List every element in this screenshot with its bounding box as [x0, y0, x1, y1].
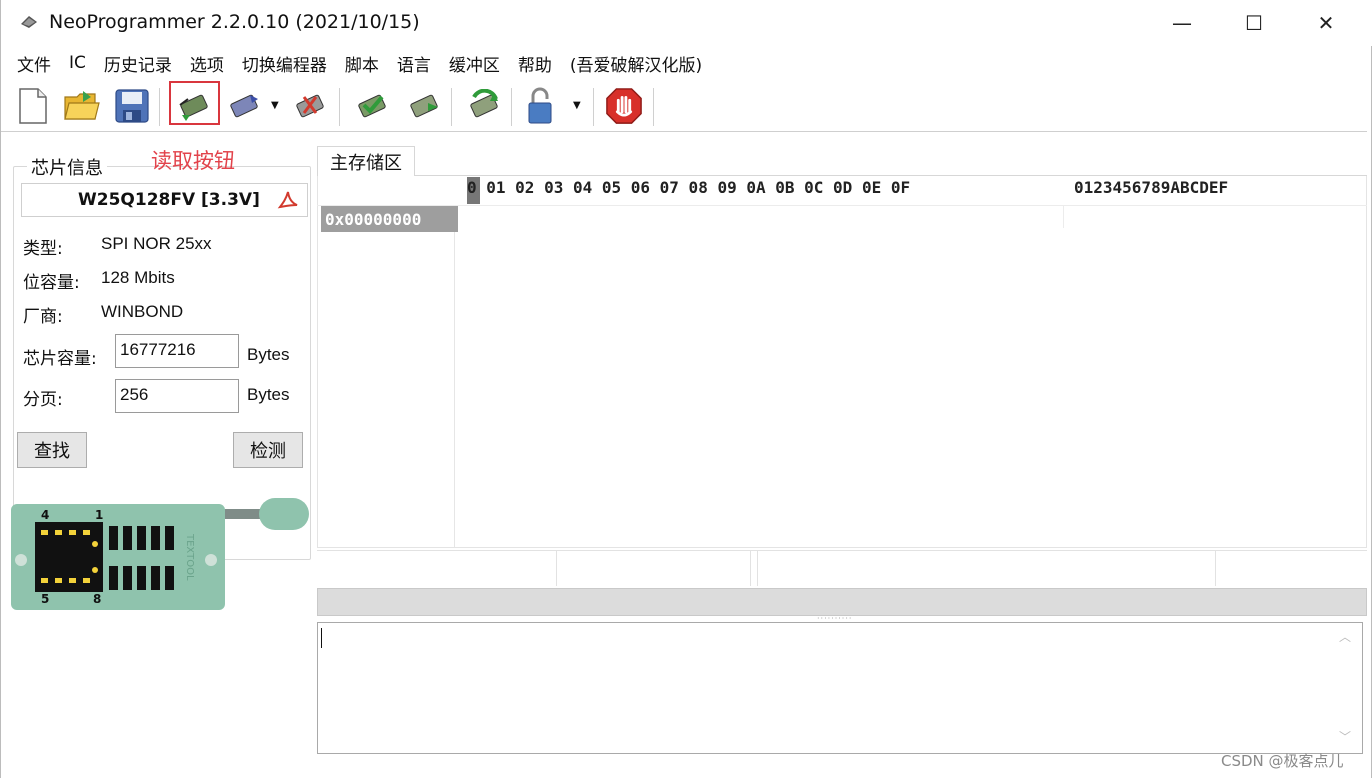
socket-brand: TEXTOOL: [184, 533, 195, 581]
chip-name: W25Q128FV [3.3V]: [78, 190, 260, 210]
text-caret: [321, 628, 322, 648]
pin-label-5: 5: [41, 592, 50, 606]
status-bar: [317, 550, 1367, 586]
write-dropdown-arrow[interactable]: ▼: [271, 100, 279, 111]
chip-name-box[interactable]: W25Q128FV [3.3V]: [21, 183, 308, 217]
buffer-tab-strip: 主存储区: [317, 146, 1367, 177]
pdf-datasheet-icon[interactable]: [277, 189, 299, 211]
menu-language[interactable]: 语言: [397, 51, 431, 76]
page-size-field[interactable]: 256: [115, 379, 239, 413]
size-unit: Bytes: [247, 345, 290, 364]
chip-info-title: 芯片信息: [27, 154, 107, 180]
page-unit: Bytes: [247, 385, 290, 404]
stop-icon[interactable]: [605, 86, 643, 126]
save-icon[interactable]: [113, 86, 151, 126]
close-button[interactable]: ✕: [1291, 0, 1361, 46]
tab-main-memory[interactable]: 主存储区: [317, 146, 415, 177]
write-chip-icon[interactable]: [225, 86, 263, 126]
status-divider-3: [757, 550, 758, 586]
menu-bar: 文件 IC 历史记录 选项 切换编程器 脚本 语言 缓冲区 帮助 (吾爱破解汉化…: [1, 48, 1372, 78]
address-cell: 0x00000000: [321, 206, 458, 232]
ascii-column-header: 0123456789ABCDEF: [1074, 178, 1229, 197]
pin-label-1: 1: [95, 508, 104, 522]
vendor-label: 厂商:: [23, 307, 63, 327]
size-label: 芯片容量:: [23, 349, 97, 369]
auto-icon[interactable]: [465, 86, 503, 126]
erase-chip-icon[interactable]: [291, 86, 329, 126]
chip-app-icon: [21, 16, 37, 28]
hex-column-header: 0 01 02 03 04 05 06 07 08 09 0A 0B 0C 0D…: [467, 178, 911, 197]
menu-switch-programmer[interactable]: 切换编程器: [242, 51, 327, 76]
title-bar: NeoProgrammer 2.2.0.10 (2021/10/15) — ☐ …: [1, 0, 1372, 46]
lock-dropdown-arrow[interactable]: ▼: [573, 100, 581, 111]
zif-socket: TEXTOOL 4 1 5 8: [11, 504, 225, 610]
menu-help[interactable]: 帮助: [518, 51, 552, 76]
vendor-value: WINBOND: [101, 302, 184, 321]
pin-label-4: 4: [41, 508, 50, 522]
pin-label-8: 8: [93, 592, 102, 606]
page-label: 分页:: [23, 390, 63, 410]
open-folder-icon[interactable]: [63, 86, 101, 126]
blank-check-icon[interactable]: [405, 86, 443, 126]
scroll-down-arrow-icon[interactable]: ﹀: [1339, 728, 1351, 745]
scroll-up-arrow-icon[interactable]: ︿: [1339, 628, 1351, 645]
status-divider-4: [1215, 550, 1216, 586]
maximize-button[interactable]: ☐: [1219, 0, 1289, 46]
bits-value: 128 Mbits: [101, 268, 175, 287]
menu-localization-note: (吾爱破解汉化版): [569, 55, 703, 76]
menu-ic[interactable]: IC: [69, 53, 86, 73]
lock-icon[interactable]: [521, 86, 559, 126]
menu-file[interactable]: 文件: [17, 51, 51, 76]
find-button[interactable]: 查找: [17, 432, 87, 468]
ascii-divider: [1063, 206, 1064, 228]
status-divider-2: [750, 550, 751, 586]
menu-history[interactable]: 历史记录: [104, 51, 172, 76]
hex-editor[interactable]: [317, 176, 1367, 548]
verify-chip-icon[interactable]: [353, 86, 391, 126]
menu-script[interactable]: 脚本: [345, 51, 379, 76]
status-divider-1: [556, 550, 557, 586]
read-button-annotation: 读取按钮: [151, 149, 235, 173]
address-column: [321, 206, 455, 547]
hex-header-divider: [317, 205, 1367, 206]
watermark: CSDN @极客点儿: [1221, 752, 1344, 770]
socket-lever-knob: [259, 498, 309, 530]
window-title: NeoProgrammer 2.2.0.10 (2021/10/15): [49, 11, 420, 33]
type-value: SPI NOR 25xx: [101, 234, 212, 253]
new-file-icon[interactable]: [13, 86, 51, 126]
type-label: 类型:: [23, 239, 63, 259]
app-window: NeoProgrammer 2.2.0.10 (2021/10/15) — ☐ …: [0, 0, 1372, 778]
bits-label: 位容量:: [23, 273, 80, 293]
detect-button[interactable]: 检测: [233, 432, 303, 468]
read-button-highlight: [169, 81, 220, 125]
minimize-button[interactable]: —: [1147, 0, 1217, 46]
menu-options[interactable]: 选项: [190, 51, 224, 76]
chip-size-field[interactable]: 16777216: [115, 334, 239, 368]
progress-bar: [317, 588, 1367, 616]
log-output[interactable]: [317, 622, 1363, 754]
menu-buffer[interactable]: 缓冲区: [449, 51, 500, 76]
